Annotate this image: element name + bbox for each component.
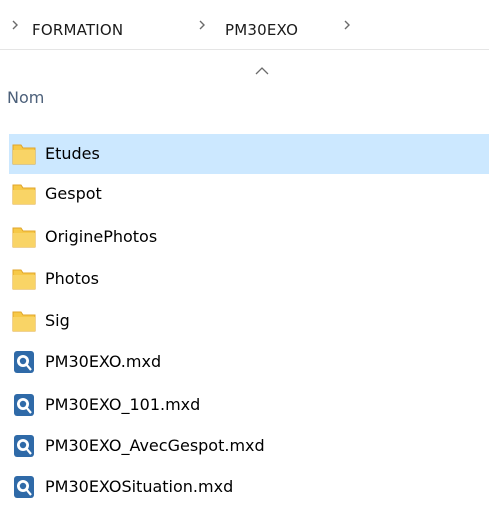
file-row-pm30exosituation-mxd[interactable]: PM30EXOSituation.mxd <box>0 467 489 507</box>
arcmap-document-icon <box>14 435 34 457</box>
breadcrumb-item-pm30exo[interactable]: PM30EXO <box>225 21 298 39</box>
chevron-right-icon[interactable] <box>197 18 207 32</box>
file-name: Photos <box>45 269 99 288</box>
folder-icon <box>12 227 36 248</box>
file-name: PM30EXO.mxd <box>45 352 162 371</box>
file-row-pm30exo-101-mxd[interactable]: PM30EXO_101.mxd <box>0 385 489 425</box>
file-name: Sig <box>45 311 70 330</box>
chevron-right-icon[interactable] <box>342 18 352 32</box>
file-name: PM30EXO_AvecGespot.mxd <box>45 436 265 455</box>
chevron-right-icon[interactable] <box>10 18 20 32</box>
folder-icon <box>12 311 36 332</box>
file-row-photos[interactable]: Photos <box>0 259 489 299</box>
file-row-gespot[interactable]: Gespot <box>0 174 489 214</box>
file-row-etudes[interactable]: Etudes <box>9 134 489 174</box>
file-name: PM30EXOSituation.mxd <box>45 477 234 496</box>
file-row-pm30exo-mxd[interactable]: PM30EXO.mxd <box>0 342 489 382</box>
arcmap-document-icon <box>14 476 34 498</box>
breadcrumb-item-formation[interactable]: FORMATION <box>32 21 123 39</box>
column-header-name[interactable]: Nom <box>7 88 44 108</box>
file-name: OriginePhotos <box>45 227 158 246</box>
file-row-pm30exo-avecgespot-mxd[interactable]: PM30EXO_AvecGespot.mxd <box>0 426 489 466</box>
file-row-sig[interactable]: Sig <box>0 301 489 341</box>
file-name: Gespot <box>45 184 102 203</box>
file-name: Etudes <box>45 144 100 163</box>
folder-icon <box>12 144 36 165</box>
file-row-originephotos[interactable]: OriginePhotos <box>0 217 489 257</box>
folder-icon <box>12 184 36 205</box>
arcmap-document-icon <box>14 394 34 416</box>
folder-icon <box>12 269 36 290</box>
breadcrumb: FORMATION PM30EXO <box>0 0 489 50</box>
arcmap-document-icon <box>14 351 34 373</box>
sort-ascending-icon <box>255 67 269 75</box>
column-header-row[interactable] <box>0 52 489 124</box>
file-name: PM30EXO_101.mxd <box>45 395 201 414</box>
